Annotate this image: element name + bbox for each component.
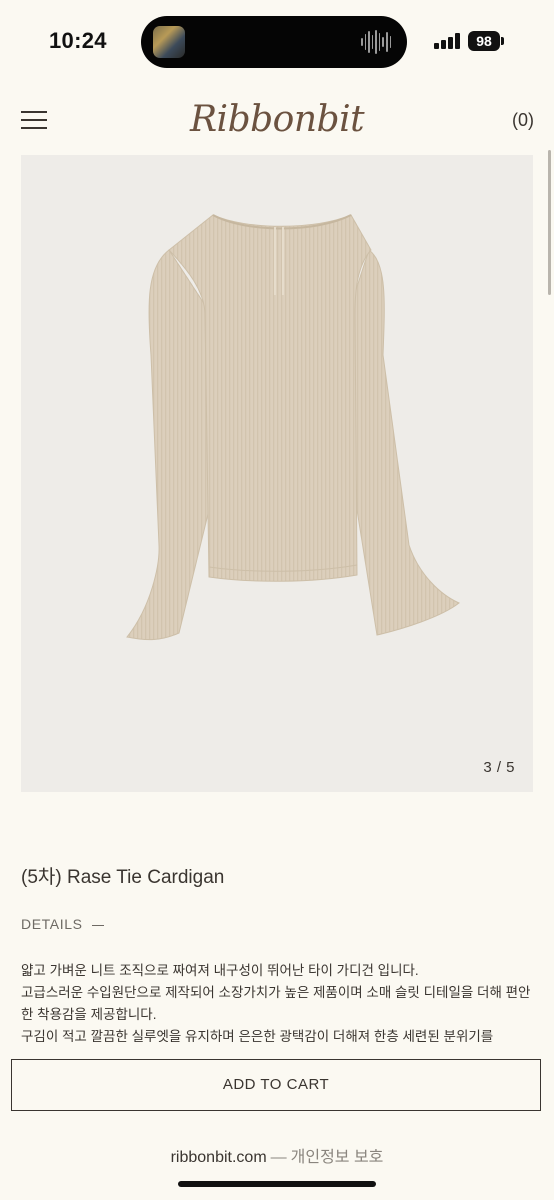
logo[interactable]: Ribbonbit [140, 92, 414, 148]
privacy-link[interactable]: 개인정보 보호 [291, 1149, 384, 1166]
add-to-cart-button[interactable]: ADD TO CART [11, 1059, 541, 1111]
product-image[interactable]: 3 / 5 [21, 155, 533, 792]
product-title: (5차) Rase Tie Cardigan [21, 867, 225, 888]
status-bar: 10:24 98 [0, 0, 554, 84]
audio-wave-icon [361, 29, 392, 55]
details-label: DETAILS [21, 916, 83, 932]
status-time: 10:24 [49, 28, 107, 53]
battery-tip [501, 37, 504, 45]
bottom-bar: ADD TO CART ribbonbit.com — 개인정보 보호 [0, 1042, 554, 1200]
footer-separator: — [270, 1149, 287, 1166]
home-indicator[interactable] [178, 1181, 376, 1187]
signal-icon [434, 33, 460, 49]
cardigan-illustration [126, 214, 460, 641]
description-line: 고급스러운 수입원단으로 제작되어 소장가치가 높은 제품이며 소매 슬릿 디테… [21, 985, 531, 1022]
battery-icon: 98 [468, 31, 500, 51]
scrollbar[interactable] [548, 150, 551, 295]
now-playing-artwork [153, 26, 185, 58]
description-line: 얇고 가벼운 니트 조직으로 짜여져 내구성이 뛰어난 타이 가디건 입니다. [21, 963, 419, 978]
product-description: 얇고 가벼운 니트 조직으로 짜여져 내구성이 뛰어난 타이 가디건 입니다. … [21, 960, 533, 1048]
site-domain[interactable]: ribbonbit.com [171, 1149, 267, 1166]
collapse-dash-icon [91, 924, 104, 926]
details-toggle[interactable]: DETAILS [21, 916, 104, 932]
cart-count[interactable]: (0) [512, 110, 534, 131]
menu-icon[interactable] [21, 109, 47, 131]
image-pager: 3 / 5 [483, 759, 515, 776]
browser-footer: ribbonbit.com — 개인정보 보호 [0, 1143, 554, 1167]
dynamic-island[interactable] [141, 16, 407, 68]
